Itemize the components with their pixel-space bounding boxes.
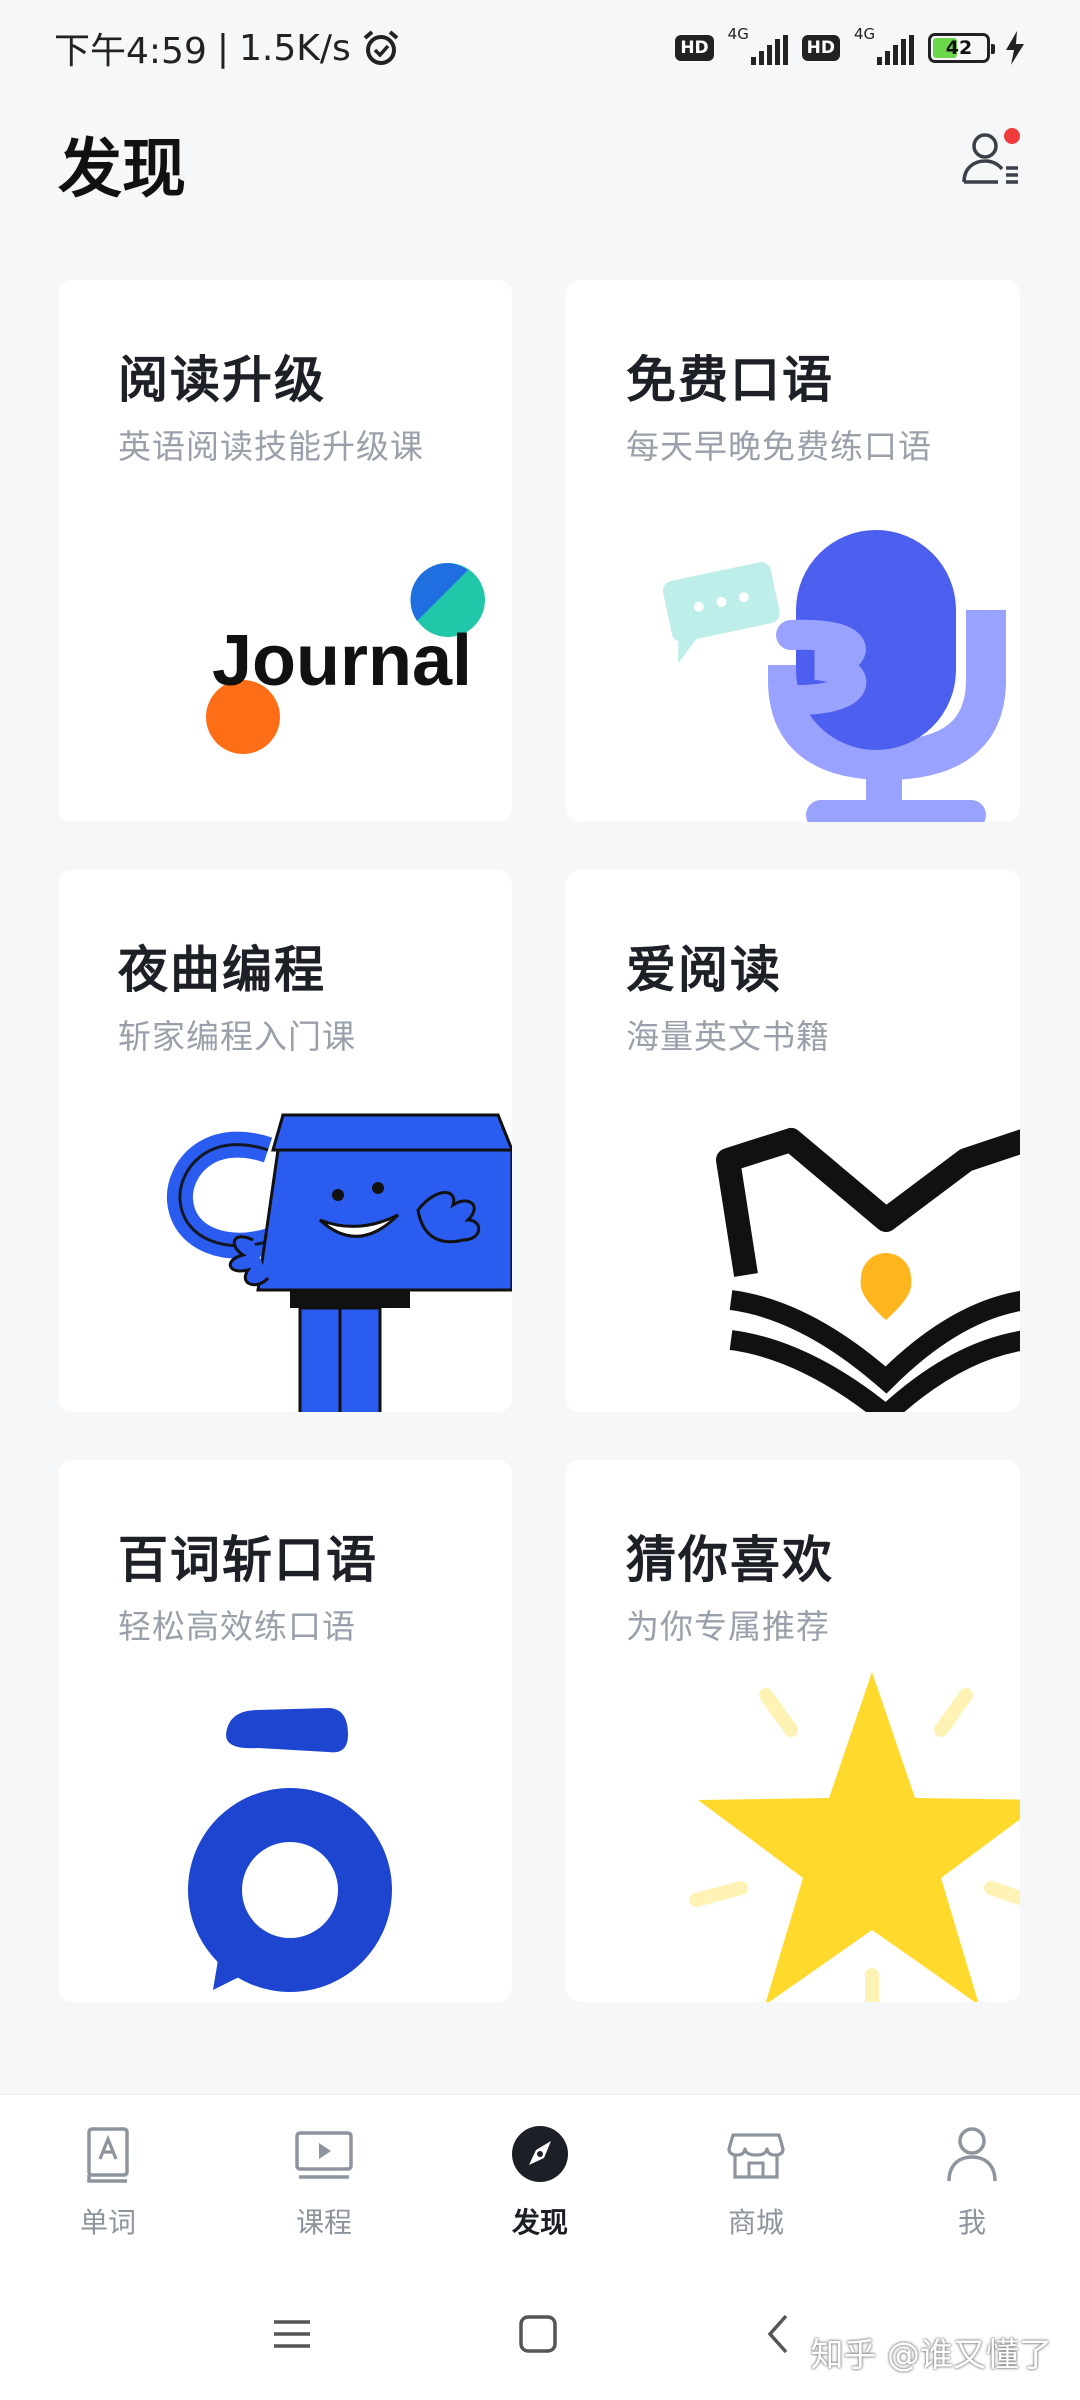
card-subtitle: 斩家编程入门课 [118,1017,356,1056]
card-free-speaking[interactable]: 免费口语 每天早晚免费练口语 [566,280,1020,822]
battery-level: 42 [945,37,973,59]
sim1-signal-icon: 4G [728,25,788,65]
nav-item-shop[interactable]: 商城 [681,2121,831,2241]
nav-item-words[interactable]: 单词 [33,2121,183,2241]
home-square-icon[interactable] [508,2304,568,2364]
status-net-speed: 1.5K/s [238,27,351,69]
card-title: 爱阅读 [626,941,782,999]
bolt-icon [1006,31,1024,65]
user-notification-icon [962,128,1020,184]
nav-label: 商城 [727,2206,784,2239]
card-title: 阅读升级 [118,351,326,409]
back-chevron-icon[interactable] [750,2304,810,2364]
card-title: 夜曲编程 [118,941,326,999]
card-title: 猜你喜欢 [626,1531,834,1589]
nav-item-courses[interactable]: 课程 [249,2121,399,2241]
nav-item-me[interactable]: 我 [897,2121,1047,2241]
book-a-icon [87,2127,129,2183]
status-time: 下午4:59 [54,31,207,72]
card-subtitle: 轻松高效练口语 [118,1607,356,1646]
watermark: 知乎 @谁又懂了 [810,2335,1053,2374]
discover-grid: Journal 阅读升级 英语阅读技能升级课 免费口语 每天早晚免费练口语 夜曲… [58,280,1020,2002]
card-title: 免费口语 [626,351,834,409]
status-left: 下午4:59 | 1.5K/s [54,22,401,74]
profile-button[interactable] [958,126,1022,190]
card-title: 百词斩口语 [118,1531,378,1589]
card-bcz-speaking[interactable]: 百词斩口语 轻松高效练口语 [58,1460,512,2002]
nav-label: 单词 [79,2206,136,2239]
card-subtitle: 海量英文书籍 [626,1017,830,1056]
card-subtitle: 英语阅读技能升级课 [118,427,424,466]
sim2-signal-icon: 4G [854,25,914,65]
page-title: 发现 [58,133,186,207]
nav-label: 发现 [511,2206,568,2239]
alarm-icon [363,30,399,65]
nav-label: 我 [957,2206,986,2239]
status-separator: | [216,27,229,69]
nav-label: 课程 [295,2206,352,2239]
card-recommend[interactable]: 猜你喜欢 为你专属推荐 [566,1460,1020,2002]
journal-logo-text: Journal [212,621,472,701]
person-icon [947,2127,997,2182]
nav-item-discover[interactable]: 发现 [465,2121,615,2241]
card-love-reading[interactable]: 爱阅读 海量英文书籍 [566,870,1020,1412]
sim2-hd-badge: HD [801,35,840,61]
video-lesson-icon [295,2131,353,2179]
status-bar: 下午4:59 | 1.5K/s HD 4G HD 4G 42 [0,0,1080,96]
card-subtitle: 每天早晚免费练口语 [626,427,932,466]
card-night-coding[interactable]: 夜曲编程 斩家编程入门课 [58,870,512,1412]
sim1-hd-badge: HD [675,35,714,61]
status-right: HD 4G HD 4G 42 [675,25,1026,65]
card-subtitle: 为你专属推荐 [626,1607,830,1646]
shop-icon [727,2133,785,2179]
menu-icon[interactable] [262,2304,322,2364]
card-reading-upgrade[interactable]: Journal 阅读升级 英语阅读技能升级课 [58,280,512,822]
compass-icon [512,2126,568,2182]
battery-icon: 42 [928,33,995,63]
bottom-nav: 单词 课程 发现 商城 我 [0,2094,1080,2264]
